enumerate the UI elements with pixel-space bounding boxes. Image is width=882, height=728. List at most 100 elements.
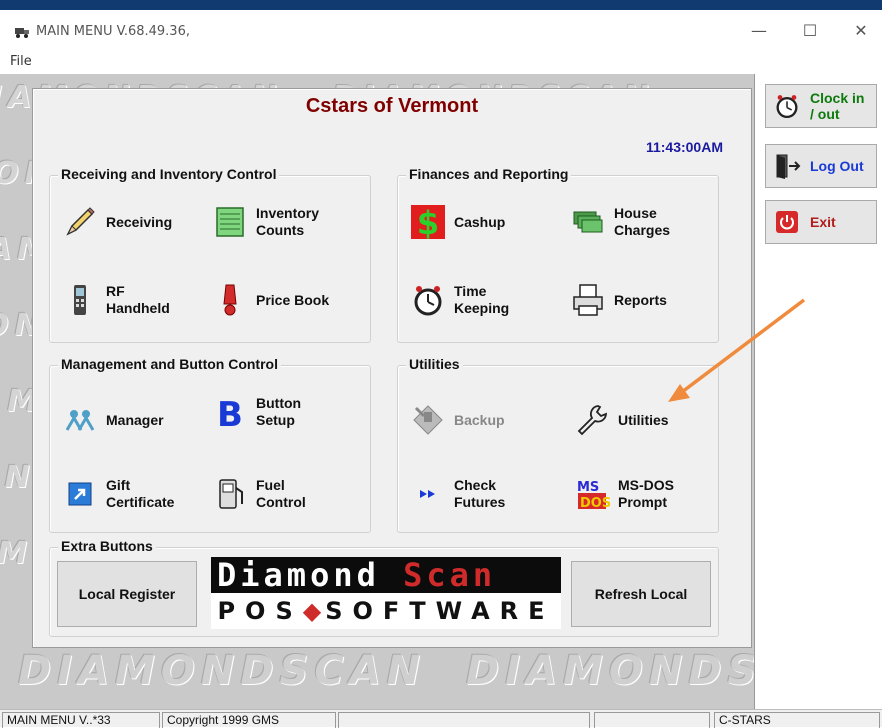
reports-button[interactable]: Reports	[568, 276, 667, 324]
check-futures-label-line1: Check	[454, 477, 497, 493]
group-title-extra: Extra Buttons	[58, 538, 156, 554]
cashup-label: Cashup	[454, 213, 506, 230]
people-icon	[60, 400, 100, 440]
utilities-label: Utilities	[618, 411, 669, 428]
door-exit-icon	[772, 151, 802, 181]
manager-button[interactable]: Manager	[60, 396, 164, 444]
clock-in-out-button[interactable]: Clock in / out	[765, 84, 877, 128]
fuel-control-label: Fuel Control	[256, 477, 306, 511]
backup-button[interactable]: Backup	[408, 396, 505, 444]
msdos-prompt-label: MS-DOS Prompt	[618, 477, 674, 511]
title-bar: MAIN MENU V.68.49.36, — ☐ ✕	[0, 10, 882, 50]
manager-label: Manager	[106, 411, 164, 428]
close-button[interactable]: ✕	[838, 16, 882, 46]
shortcut-arrow-icon	[60, 474, 100, 514]
group-title-management: Management and Button Control	[58, 356, 281, 372]
inventory-list-icon	[210, 202, 250, 242]
log-out-label: Log Out	[810, 158, 864, 174]
group-receiving: Receiving and Inventory Control Receivin…	[49, 166, 371, 343]
msdos-icon: MS DOS	[572, 474, 612, 514]
window-top-strip	[0, 0, 882, 10]
maximize-button[interactable]: ☐	[787, 16, 833, 46]
svg-text:B: B	[217, 395, 243, 430]
minimize-button[interactable]: —	[736, 16, 782, 46]
utilities-button[interactable]: Utilities	[572, 396, 669, 444]
msdos-prompt-button[interactable]: MS DOS MS-DOS Prompt	[572, 470, 674, 518]
receiving-label: Receiving	[106, 213, 173, 230]
status-version: MAIN MENU V..*33	[2, 712, 160, 728]
exit-button[interactable]: Exit	[765, 200, 877, 244]
gift-certificate-label: Gift Certificate	[106, 477, 174, 511]
check-futures-label: Check Futures	[454, 477, 505, 511]
status-empty-2	[594, 712, 710, 728]
group-finances: Finances and Reporting $ Cashup House Cha…	[397, 166, 719, 343]
handheld-scanner-icon	[60, 280, 100, 320]
local-register-button[interactable]: Local Register	[57, 561, 197, 627]
price-book-label: Price Book	[256, 291, 330, 308]
fuel-control-label-line2: Control	[256, 494, 306, 510]
time-keeping-label: Time Keeping	[454, 283, 509, 317]
svg-text:$: $	[417, 204, 439, 241]
status-bar: MAIN MENU V..*33 Copyright 1999 GMS C-ST…	[0, 709, 882, 728]
group-title-receiving: Receiving and Inventory Control	[58, 166, 280, 182]
button-setup-label-line1: Button	[256, 395, 302, 411]
fuel-control-button[interactable]: Fuel Control	[210, 470, 306, 518]
page-title: Cstars of Vermont	[305, 95, 479, 117]
logo-diamond-text: Diamond	[217, 556, 380, 594]
price-book-button[interactable]: Price Book	[210, 276, 329, 324]
app-truck-icon	[14, 25, 30, 39]
svg-text:MS: MS	[577, 480, 599, 495]
cashup-button[interactable]: $ Cashup	[408, 198, 505, 246]
group-utilities: Utilities Backup Utilities Check Futures …	[397, 356, 719, 533]
clock-in-out-label: Clock in / out	[810, 90, 864, 122]
time-keeping-label-line1: Time	[454, 283, 487, 299]
rf-handheld-label-line1: RF	[106, 283, 125, 299]
reports-label: Reports	[614, 291, 667, 308]
side-panel: Clock in / out Log Out Exit	[754, 74, 882, 710]
fuel-pump-icon	[210, 474, 250, 514]
log-out-button[interactable]: Log Out	[765, 144, 877, 188]
b-letter-icon: B	[210, 392, 250, 432]
house-charges-label: House Charges	[614, 205, 670, 239]
window-title: MAIN MENU V.68.49.36,	[36, 24, 190, 39]
backup-label: Backup	[454, 411, 505, 428]
msdos-prompt-label-line2: Prompt	[618, 494, 667, 510]
inventory-counts-button[interactable]: Inventory Counts	[210, 198, 319, 246]
logo-bottom: POS◆SOFTWARE	[211, 593, 561, 629]
house-charges-button[interactable]: House Charges	[568, 198, 670, 246]
menu-file[interactable]: File	[10, 54, 32, 69]
exit-label: Exit	[810, 214, 836, 230]
rf-handheld-button[interactable]: RF Handheld	[60, 276, 170, 324]
logo-pos-text: POS	[217, 597, 303, 625]
button-setup-label-line2: Setup	[256, 412, 295, 428]
clock-in-label-line1: Clock in	[810, 90, 865, 106]
msdos-prompt-label-line1: MS-DOS	[618, 477, 674, 493]
wrench-icon	[572, 400, 612, 440]
clock-display: 11:43:00AM	[645, 139, 723, 155]
group-management: Management and Button Control Manager B …	[49, 356, 371, 533]
status-copyright: Copyright 1999 GMS	[162, 712, 336, 728]
dollar-icon: $	[408, 202, 448, 242]
pencil-icon	[60, 202, 100, 242]
watermark-row-bottom: DIAMONDSCAN DIAMONDSCAN DIAMONDSCAN	[18, 648, 882, 694]
refresh-local-button[interactable]: Refresh Local	[571, 561, 711, 627]
house-charges-label-line2: Charges	[614, 222, 671, 238]
button-setup-label: Button Setup	[256, 395, 301, 429]
status-app-name: C-STARS	[714, 712, 880, 728]
check-futures-button[interactable]: Check Futures	[408, 470, 505, 518]
time-keeping-button[interactable]: Time Keeping	[408, 276, 509, 324]
logo-scan-text: Scan	[403, 556, 497, 594]
receiving-button[interactable]: Receiving	[60, 198, 172, 246]
watermark-text: DIAMONDSCAN	[18, 648, 427, 694]
inventory-counts-label-line1: Inventory	[256, 205, 320, 221]
main-panel: Cstars of Vermont 11:43:00AM Receiving a…	[32, 88, 752, 648]
group-title-utilities: Utilities	[406, 356, 463, 372]
button-setup-button[interactable]: B Button Setup	[210, 388, 301, 436]
fast-forward-icon	[408, 474, 448, 514]
printer-icon	[568, 280, 608, 320]
logo-software-text: SOFTWARE	[325, 597, 555, 625]
inventory-counts-label: Inventory Counts	[256, 205, 319, 239]
rf-handheld-label: RF Handheld	[106, 283, 170, 317]
logo-diamond-icon: ◆	[302, 597, 326, 625]
gift-certificate-button[interactable]: Gift Certificate	[60, 470, 174, 518]
